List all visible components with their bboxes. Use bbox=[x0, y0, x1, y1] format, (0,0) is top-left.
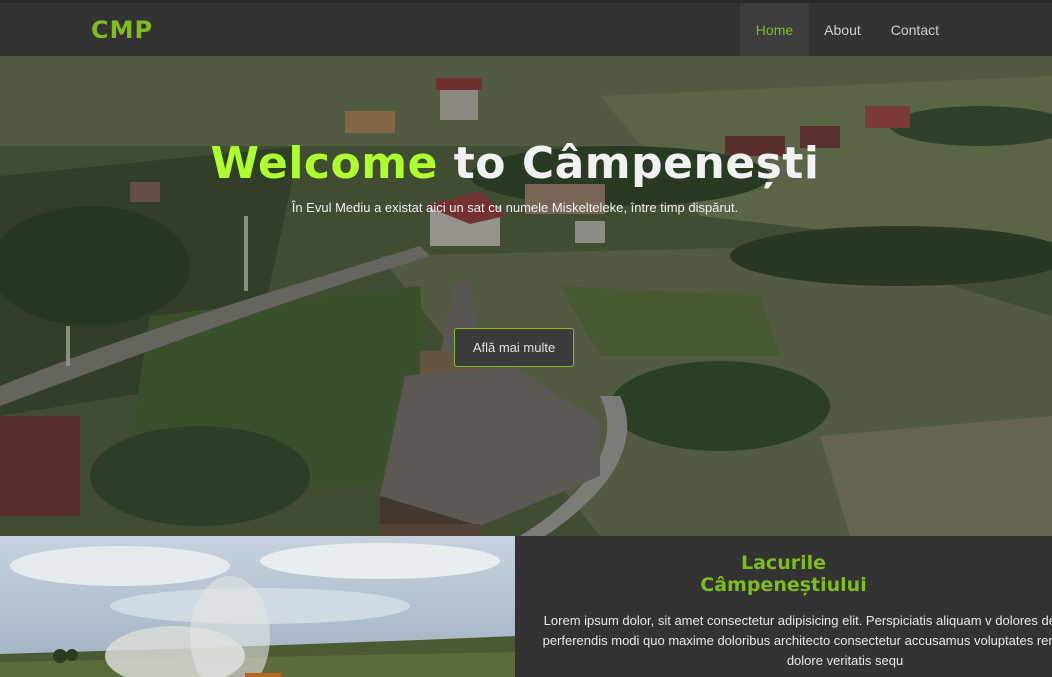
nav-item-contact[interactable]: Contact bbox=[876, 3, 954, 56]
hero-section: Welcome to Câmpenești În Evul Mediu a ex… bbox=[0, 56, 1052, 536]
hero-dark-overlay bbox=[0, 56, 1052, 536]
lakes-image bbox=[0, 536, 515, 677]
main-nav: Home About Contact bbox=[739, 3, 1052, 56]
learn-more-button[interactable]: Află mai multe bbox=[454, 328, 574, 367]
lakes-title-line1: Lacurile bbox=[741, 552, 826, 574]
brand-logo[interactable]: CMP bbox=[91, 16, 153, 44]
nav-item-home[interactable]: Home bbox=[739, 3, 810, 56]
lakes-section: Lacurile Câmpeneștiului Lorem ipsum dolo… bbox=[515, 536, 1052, 677]
hero-title: Welcome to Câmpenești bbox=[0, 138, 1030, 189]
lakes-title: Lacurile Câmpeneștiului bbox=[515, 552, 1052, 596]
hero-title-rest: to Câmpenești bbox=[437, 138, 820, 189]
lakes-photo bbox=[0, 536, 515, 677]
lakes-body-text: Lorem ipsum dolor, sit amet consectetur … bbox=[542, 613, 1052, 668]
nav-item-about[interactable]: About bbox=[809, 3, 876, 56]
top-navbar: CMP Home About Contact bbox=[0, 0, 1052, 56]
lakes-title-line2: Câmpeneștiului bbox=[700, 574, 867, 596]
hero-subtitle: În Evul Mediu a existat aici un sat cu n… bbox=[291, 200, 739, 215]
hero-title-accent: Welcome bbox=[210, 138, 438, 189]
